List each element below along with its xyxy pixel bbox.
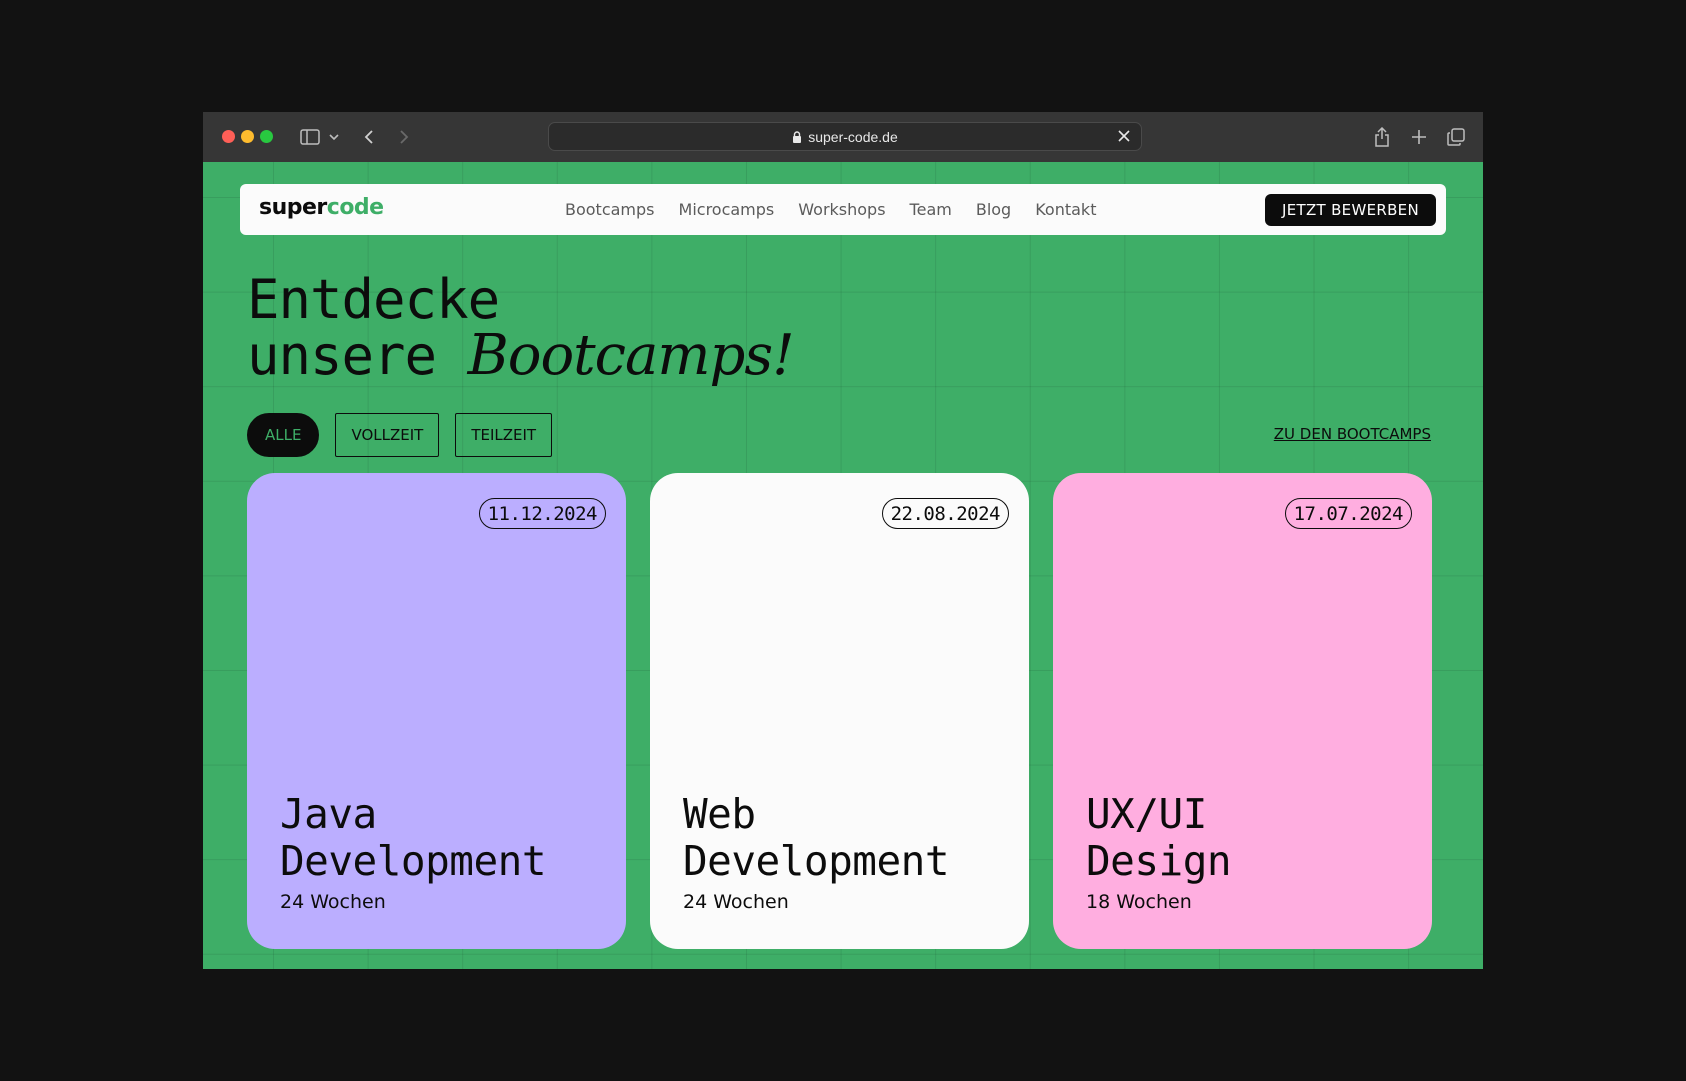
nav-kontakt[interactable]: Kontakt bbox=[1035, 200, 1096, 219]
card-title: Java Development bbox=[280, 791, 620, 885]
browser-window: super-code.de supercode Bootcamps Microc… bbox=[203, 112, 1483, 969]
tabs-overview-icon[interactable] bbox=[1446, 125, 1466, 149]
headline-line-1: Entdecke bbox=[247, 268, 500, 331]
chevron-down-icon[interactable] bbox=[327, 125, 341, 149]
close-icon[interactable] bbox=[1117, 129, 1131, 143]
bootcamp-card-java[interactable]: 11.12.2024 Java Development 24 Wochen bbox=[247, 473, 626, 949]
filter-alle[interactable]: ALLE bbox=[247, 413, 320, 457]
url-bar[interactable]: super-code.de bbox=[548, 122, 1142, 151]
share-icon[interactable] bbox=[1372, 125, 1392, 149]
forward-arrow-icon[interactable] bbox=[396, 125, 412, 149]
back-arrow-icon[interactable] bbox=[361, 125, 377, 149]
card-duration: 24 Wochen bbox=[280, 891, 386, 913]
start-date-badge: 22.08.2024 bbox=[881, 498, 1009, 529]
headline-plain: unsere bbox=[247, 324, 468, 387]
bootcamp-card-uxui[interactable]: 17.07.2024 UX/UI Design 18 Wochen bbox=[1053, 473, 1432, 949]
start-date-badge: 17.07.2024 bbox=[1284, 498, 1412, 529]
apply-now-button[interactable]: JETZT BEWERBEN bbox=[1265, 194, 1436, 226]
filter-group: ALLE VOLLZEIT TEILZEIT bbox=[247, 413, 553, 457]
all-bootcamps-link[interactable]: ZU DEN BOOTCAMPS bbox=[1274, 425, 1431, 443]
nav-bootcamps[interactable]: Bootcamps bbox=[565, 200, 655, 219]
site-navbar: supercode Bootcamps Microcamps Workshops… bbox=[240, 184, 1446, 235]
filter-teilzeit[interactable]: TEILZEIT bbox=[455, 413, 553, 457]
card-title-line-2: Development bbox=[280, 837, 547, 885]
card-title-line-1: UX/UI bbox=[1086, 790, 1207, 838]
start-date-badge: 11.12.2024 bbox=[478, 498, 606, 529]
card-title: Web Development bbox=[683, 791, 1023, 885]
card-duration: 24 Wochen bbox=[683, 891, 789, 913]
bootcamp-card-web[interactable]: 22.08.2024 Web Development 24 Wochen bbox=[650, 473, 1029, 949]
minimize-window-button[interactable] bbox=[241, 130, 254, 143]
browser-toolbar: super-code.de bbox=[203, 112, 1483, 162]
card-title: UX/UI Design bbox=[1086, 791, 1426, 885]
nav-blog[interactable]: Blog bbox=[976, 200, 1011, 219]
zoom-window-button[interactable] bbox=[260, 130, 273, 143]
card-duration: 18 Wochen bbox=[1086, 891, 1192, 913]
filter-vollzeit[interactable]: VOLLZEIT bbox=[335, 413, 440, 457]
card-title-line-2: Development bbox=[683, 837, 950, 885]
nav-workshops[interactable]: Workshops bbox=[798, 200, 885, 219]
nav-microcamps[interactable]: Microcamps bbox=[679, 200, 775, 219]
lock-icon bbox=[792, 130, 802, 143]
url-text: super-code.de bbox=[808, 128, 898, 145]
logo-text-super: super bbox=[259, 195, 327, 220]
main-nav: Bootcamps Microcamps Workshops Team Blog… bbox=[565, 184, 1120, 235]
new-tab-icon[interactable] bbox=[1409, 125, 1429, 149]
site-logo[interactable]: supercode bbox=[259, 195, 384, 220]
page-headline: Entdecke unsere Bootcamps! bbox=[247, 268, 795, 384]
headline-line-2: unsere Bootcamps! bbox=[247, 328, 795, 384]
card-title-line-2: Design bbox=[1086, 837, 1232, 885]
logo-text-code: code bbox=[326, 195, 384, 220]
headline-italic: Bootcamps! bbox=[467, 323, 795, 388]
sidebar-toggle-icon[interactable] bbox=[299, 125, 321, 149]
card-title-line-1: Java bbox=[280, 790, 377, 838]
card-title-line-1: Web bbox=[683, 790, 756, 838]
nav-team[interactable]: Team bbox=[910, 200, 952, 219]
close-window-button[interactable] bbox=[222, 130, 235, 143]
